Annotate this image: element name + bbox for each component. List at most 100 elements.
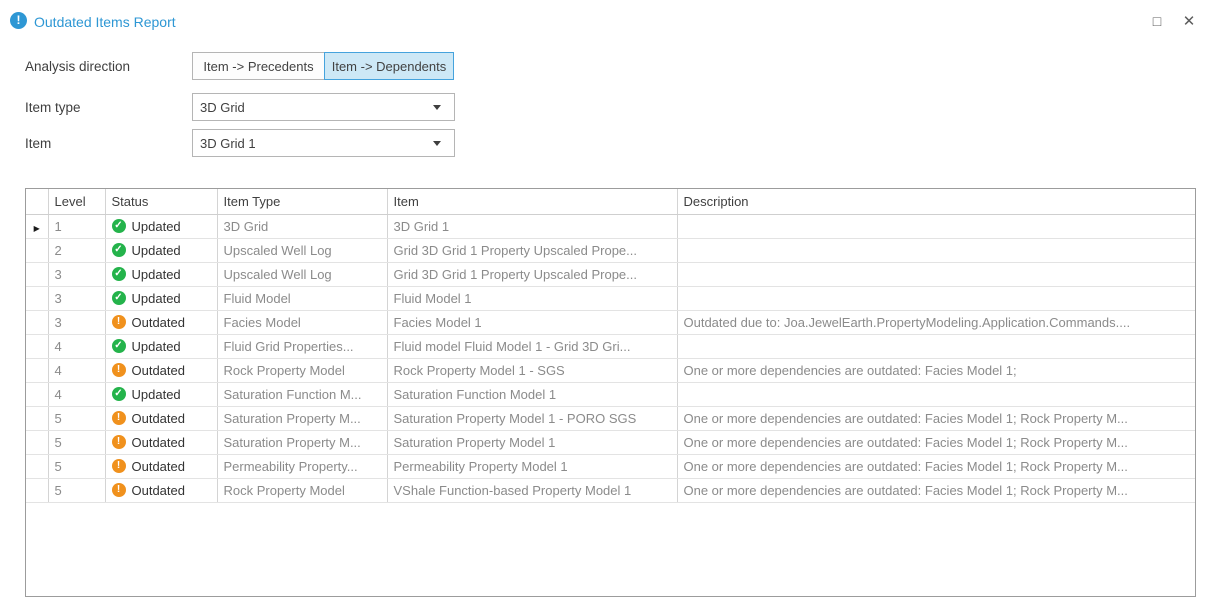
status-cell[interactable]: ✓Updated (105, 262, 217, 286)
row-selector-cell[interactable] (26, 454, 48, 478)
table-row[interactable]: 5!OutdatedSaturation Property M...Satura… (26, 406, 1196, 430)
item-type-cell[interactable]: Saturation Function M... (217, 382, 387, 406)
item-cell[interactable]: VShale Function-based Property Model 1 (387, 478, 677, 502)
level-cell[interactable]: 5 (48, 454, 105, 478)
item-type-cell[interactable]: Fluid Model (217, 286, 387, 310)
item-cell[interactable]: Permeability Property Model 1 (387, 454, 677, 478)
level-cell[interactable]: 4 (48, 358, 105, 382)
status-cell[interactable]: !Outdated (105, 310, 217, 334)
table-row[interactable]: 4✓UpdatedSaturation Function M...Saturat… (26, 382, 1196, 406)
table-row[interactable]: 4✓UpdatedFluid Grid Properties...Fluid m… (26, 334, 1196, 358)
item-type-cell[interactable]: Permeability Property... (217, 454, 387, 478)
row-selector-cell[interactable] (26, 310, 48, 334)
description-cell[interactable] (677, 334, 1196, 358)
table-row[interactable]: 3!OutdatedFacies ModelFacies Model 1Outd… (26, 310, 1196, 334)
level-cell[interactable]: 3 (48, 262, 105, 286)
table-row[interactable]: 4!OutdatedRock Property ModelRock Proper… (26, 358, 1196, 382)
item-cell[interactable]: Fluid model Fluid Model 1 - Grid 3D Gri.… (387, 334, 677, 358)
description-cell[interactable]: One or more dependencies are outdated: F… (677, 406, 1196, 430)
col-header-item-type[interactable]: Item Type (217, 189, 387, 214)
table-row[interactable]: 5!OutdatedSaturation Property M...Satura… (26, 430, 1196, 454)
description-cell[interactable] (677, 214, 1196, 238)
level-cell[interactable]: 2 (48, 238, 105, 262)
row-selector-cell[interactable] (26, 430, 48, 454)
level-cell[interactable]: 5 (48, 406, 105, 430)
item-type-cell[interactable]: Rock Property Model (217, 358, 387, 382)
level-cell[interactable]: 5 (48, 478, 105, 502)
row-selector-cell[interactable]: ▶ (26, 214, 48, 238)
description-cell[interactable]: One or more dependencies are outdated: F… (677, 430, 1196, 454)
status-cell[interactable]: !Outdated (105, 406, 217, 430)
level-cell[interactable]: 3 (48, 286, 105, 310)
status-cell[interactable]: !Outdated (105, 478, 217, 502)
col-header-level[interactable]: Level (48, 189, 105, 214)
item-type-cell[interactable]: Upscaled Well Log (217, 262, 387, 286)
status-label: Updated (132, 339, 181, 354)
updated-check-icon: ✓ (112, 387, 126, 401)
item-type-cell[interactable]: Saturation Property M... (217, 406, 387, 430)
description-cell[interactable]: One or more dependencies are outdated: F… (677, 478, 1196, 502)
item-type-cell[interactable]: Upscaled Well Log (217, 238, 387, 262)
table-row[interactable]: 2✓UpdatedUpscaled Well LogGrid 3D Grid 1… (26, 238, 1196, 262)
description-cell[interactable] (677, 286, 1196, 310)
status-cell[interactable]: !Outdated (105, 430, 217, 454)
updated-check-icon: ✓ (112, 291, 126, 305)
table-row[interactable]: 5!OutdatedRock Property ModelVShale Func… (26, 478, 1196, 502)
status-cell[interactable]: ✓Updated (105, 214, 217, 238)
item-cell[interactable]: Saturation Function Model 1 (387, 382, 677, 406)
item-type-cell[interactable]: 3D Grid (217, 214, 387, 238)
table-row[interactable]: ▶1✓Updated3D Grid3D Grid 1 (26, 214, 1196, 238)
item-precedents-button[interactable]: Item -> Precedents (192, 52, 325, 80)
status-cell[interactable]: ✓Updated (105, 286, 217, 310)
col-header-status[interactable]: Status (105, 189, 217, 214)
window-title: Outdated Items Report (34, 14, 176, 30)
status-cell[interactable]: ✓Updated (105, 382, 217, 406)
level-cell[interactable]: 3 (48, 310, 105, 334)
row-selector-cell[interactable] (26, 478, 48, 502)
row-selector-cell[interactable] (26, 382, 48, 406)
item-type-dropdown[interactable]: 3D Grid (192, 93, 455, 121)
table-row[interactable]: 3✓UpdatedFluid ModelFluid Model 1 (26, 286, 1196, 310)
description-cell[interactable] (677, 238, 1196, 262)
status-label: Outdated (132, 435, 186, 450)
description-cell[interactable] (677, 382, 1196, 406)
item-cell[interactable]: Rock Property Model 1 - SGS (387, 358, 677, 382)
status-cell[interactable]: !Outdated (105, 358, 217, 382)
item-type-cell[interactable]: Saturation Property M... (217, 430, 387, 454)
level-cell[interactable]: 4 (48, 334, 105, 358)
row-selector-cell[interactable] (26, 334, 48, 358)
status-cell[interactable]: ✓Updated (105, 238, 217, 262)
item-cell[interactable]: Grid 3D Grid 1 Property Upscaled Prope..… (387, 238, 677, 262)
table-row[interactable]: 3✓UpdatedUpscaled Well LogGrid 3D Grid 1… (26, 262, 1196, 286)
item-cell[interactable]: Fluid Model 1 (387, 286, 677, 310)
item-dropdown[interactable]: 3D Grid 1 (192, 129, 455, 157)
col-header-description[interactable]: Description (677, 189, 1196, 214)
level-cell[interactable]: 5 (48, 430, 105, 454)
description-cell[interactable] (677, 262, 1196, 286)
item-cell[interactable]: 3D Grid 1 (387, 214, 677, 238)
status-cell[interactable]: !Outdated (105, 454, 217, 478)
table-row[interactable]: 5!OutdatedPermeability Property...Permea… (26, 454, 1196, 478)
description-cell[interactable]: One or more dependencies are outdated: F… (677, 358, 1196, 382)
col-header-item[interactable]: Item (387, 189, 677, 214)
row-selector-cell[interactable] (26, 358, 48, 382)
maximize-button[interactable]: □ (1145, 13, 1169, 31)
item-type-cell[interactable]: Facies Model (217, 310, 387, 334)
row-selector-cell[interactable] (26, 262, 48, 286)
description-cell[interactable]: Outdated due to: Joa.JewelEarth.Property… (677, 310, 1196, 334)
item-cell[interactable]: Saturation Property Model 1 - PORO SGS (387, 406, 677, 430)
item-type-cell[interactable]: Rock Property Model (217, 478, 387, 502)
item-cell[interactable]: Saturation Property Model 1 (387, 430, 677, 454)
item-cell[interactable]: Facies Model 1 (387, 310, 677, 334)
level-cell[interactable]: 1 (48, 214, 105, 238)
level-cell[interactable]: 4 (48, 382, 105, 406)
item-dependents-button[interactable]: Item -> Dependents (324, 52, 454, 80)
close-button[interactable]: ✕ (1177, 13, 1201, 31)
status-cell[interactable]: ✓Updated (105, 334, 217, 358)
row-selector-cell[interactable] (26, 286, 48, 310)
description-cell[interactable]: One or more dependencies are outdated: F… (677, 454, 1196, 478)
row-selector-cell[interactable] (26, 406, 48, 430)
item-cell[interactable]: Grid 3D Grid 1 Property Upscaled Prope..… (387, 262, 677, 286)
row-selector-cell[interactable] (26, 238, 48, 262)
item-type-cell[interactable]: Fluid Grid Properties... (217, 334, 387, 358)
